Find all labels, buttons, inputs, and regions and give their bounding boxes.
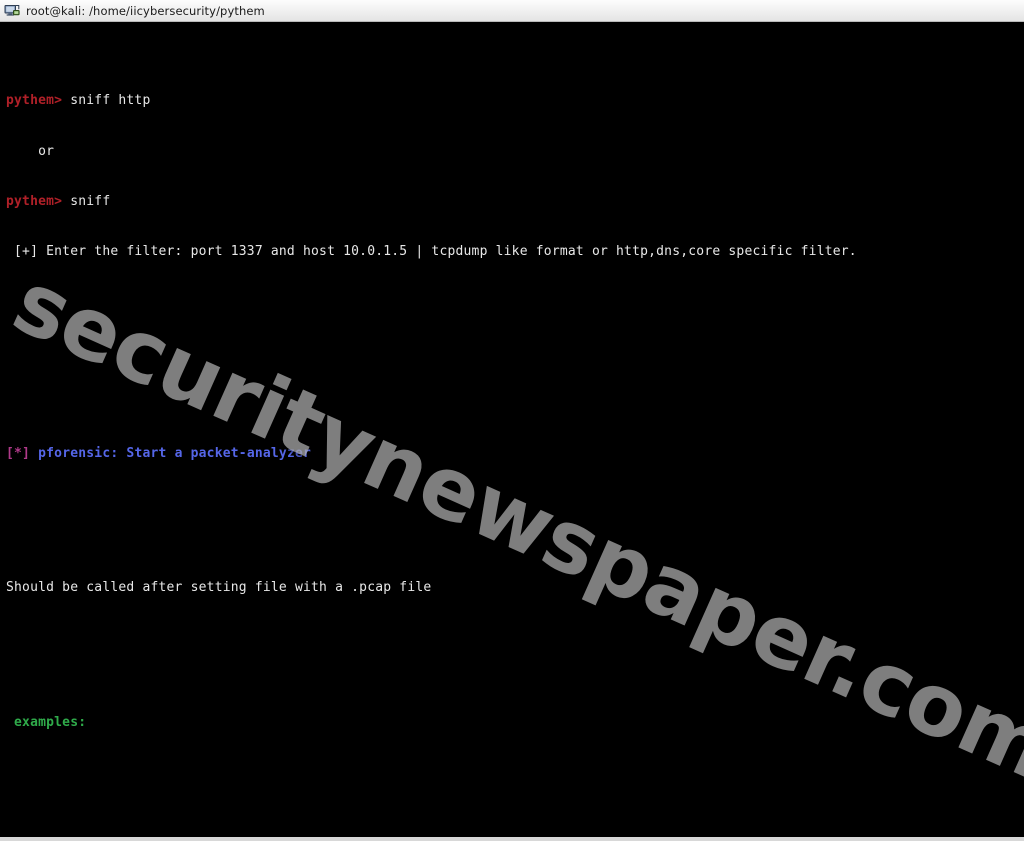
prompt-label: pythem> xyxy=(6,93,63,109)
command-text: sniff http xyxy=(62,93,151,109)
section-header-text: pforensic: Start a packet-analyzer xyxy=(30,445,312,461)
prompt-label: pythem> xyxy=(6,193,63,209)
star-marker: [*] xyxy=(6,445,31,461)
terminal-line: pythem> sniff xyxy=(0,194,1024,211)
examples-label-pforensic: examples: xyxy=(6,714,87,730)
terminal-icon xyxy=(4,4,20,16)
terminal-body[interactable]: pythem> sniff http or pythem> sniff [+] … xyxy=(0,22,1024,841)
terminal-line-or: or xyxy=(6,143,55,159)
filter-hint-line: [+] Enter the filter: port 1337 and host… xyxy=(6,244,857,260)
window-titlebar: root@kali: /home/iicybersecurity/pythem xyxy=(0,0,1024,22)
window-bottom-edge xyxy=(0,837,1024,841)
section-header-pforensic: [*] pforensic: Start a packet-analyzer xyxy=(0,446,1024,463)
terminal-screen: pythem> sniff http or pythem> sniff [+] … xyxy=(0,22,1024,841)
pforensic-description: Should be called after setting file with… xyxy=(6,580,432,596)
window-title: root@kali: /home/iicybersecurity/pythem xyxy=(26,3,265,18)
terminal-window: root@kali: /home/iicybersecurity/pythem … xyxy=(0,0,1024,841)
command-text: sniff xyxy=(62,193,111,209)
terminal-line: pythem> sniff http xyxy=(0,93,1024,110)
